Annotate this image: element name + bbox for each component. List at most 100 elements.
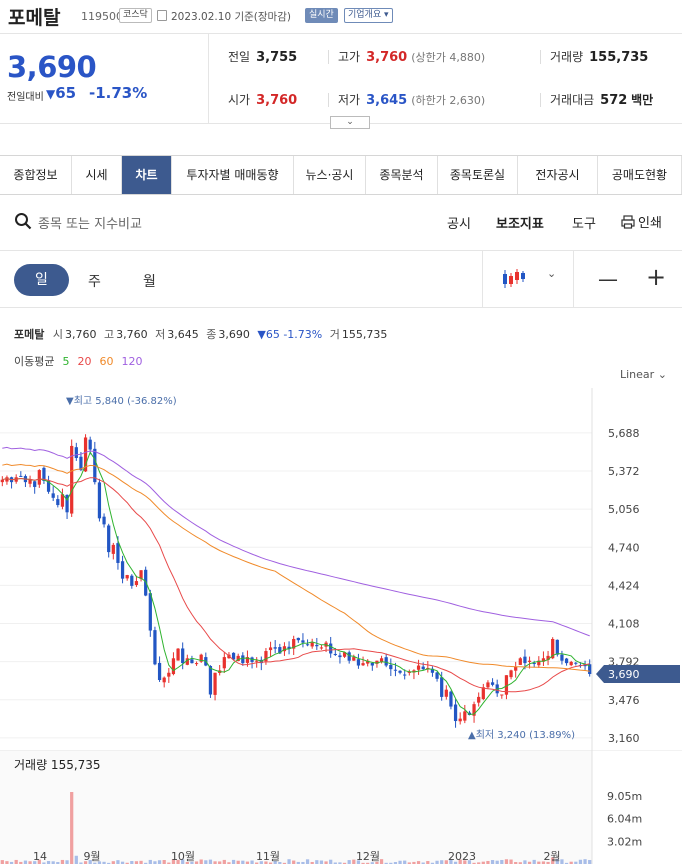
candle-body: [514, 666, 518, 671]
legend-low: 3,645: [167, 328, 199, 341]
candle-body: [555, 639, 559, 655]
volume-bar: [329, 859, 333, 864]
chart-type-dropdown[interactable]: ⌄: [482, 251, 574, 308]
tab-6[interactable]: 종목토론실: [438, 156, 518, 194]
volume-bar: [578, 859, 583, 864]
candlestick-icon: [503, 269, 525, 288]
volume-bar: [403, 860, 407, 864]
volume-chart[interactable]: 9.05m 6.04m 3.02m 14 9월 10월 11월 12월 2023 2월: [0, 750, 682, 864]
stat-unit: 백만: [631, 93, 654, 107]
chevron-down-icon: ⌄: [547, 267, 557, 280]
volume-bar: [222, 859, 226, 864]
realtime-button[interactable]: 실시간: [305, 8, 338, 23]
candle-body: [527, 660, 532, 662]
volume-bar: [305, 859, 310, 864]
tab-1[interactable]: 시세: [72, 156, 122, 194]
change-percent: -1.73%: [89, 84, 148, 102]
tab-5[interactable]: 종목분석: [366, 156, 438, 194]
volume-bar: [60, 859, 65, 864]
company-info-dropdown[interactable]: 기업개요 ▾: [344, 8, 393, 23]
x-tick-label: 14: [33, 850, 47, 863]
scale-dropdown[interactable]: Linear ⌄: [620, 368, 667, 381]
legend-stock-name: 포메탈: [14, 328, 45, 341]
tab-8[interactable]: 공매도현황: [598, 156, 682, 194]
compare-search-input[interactable]: 종목 또는 지수비교: [38, 213, 142, 232]
change-amount-value: 65: [55, 84, 77, 102]
volume-tick-label: 6.04m: [607, 813, 642, 826]
candle-body: [440, 677, 444, 697]
tab-4[interactable]: 뉴스·공시: [294, 156, 366, 194]
volume-bar: [74, 855, 78, 864]
stat-value: 3,760: [366, 50, 408, 65]
candle-body: [176, 648, 180, 661]
volume-bar: [560, 859, 564, 864]
candle-body: [435, 672, 439, 679]
candle-body: [347, 652, 351, 661]
candle-body: [319, 647, 324, 649]
candle-body: [171, 658, 176, 675]
expand-toggle-button[interactable]: ⌄: [330, 116, 370, 129]
candle-body: [153, 630, 157, 665]
candle-body: [398, 670, 402, 673]
tools-button[interactable]: 도구: [572, 213, 596, 232]
price-chart[interactable]: 5,6885,3725,0564,7404,4244,1083,7923,476…: [0, 388, 682, 750]
volume-bar: [14, 859, 18, 864]
volume-bar: [250, 860, 254, 864]
candle-body: [449, 691, 453, 707]
y-tick-label: 4,740: [608, 541, 640, 554]
change-amount: ▼65: [46, 84, 76, 102]
tab-2[interactable]: 차트: [122, 156, 172, 194]
period-day-button[interactable]: 일: [14, 264, 69, 296]
candle-body: [416, 665, 421, 670]
volume-bar: [352, 859, 356, 864]
candle-body: [481, 687, 485, 700]
stat-label: 전일: [228, 50, 251, 64]
max-annotation: ▼최고 5,840 (-36.82%): [66, 395, 177, 407]
volume-bar: [504, 859, 509, 864]
candle-body: [213, 672, 217, 695]
current-price-label: 3,690: [608, 668, 640, 681]
candle-body: [74, 447, 78, 458]
tab-3[interactable]: 투자자별 매매동향: [172, 156, 294, 194]
stat-volume: 거래량 155,735: [550, 48, 648, 65]
notice-button[interactable]: 공시: [447, 213, 471, 232]
search-icon[interactable]: [14, 212, 32, 230]
period-month-button[interactable]: 월: [143, 271, 156, 291]
stock-code: 119500: [81, 10, 123, 23]
scale-label: Linear: [620, 368, 655, 381]
zoom-in-button[interactable]: +: [646, 263, 666, 291]
candle-body: [28, 479, 32, 484]
market-badge: 코스닥: [119, 8, 152, 23]
print-button[interactable]: 인쇄: [621, 212, 662, 231]
min-annotation: ▲최저 3,240 (13.89%): [468, 729, 575, 741]
price-summary: 3,690 전일대비 ▼65 -1.73% 전일 3,755 고가 3,760 (상한…: [0, 34, 682, 129]
current-price: 3,690: [7, 50, 97, 84]
date-label: 2023.02.10 기준(장마감): [171, 11, 291, 23]
x-tick-label: 12월: [356, 850, 380, 863]
candle-body: [569, 661, 573, 666]
volume-bar: [500, 859, 504, 864]
volume-tick-label: 3.02m: [607, 835, 642, 848]
zoom-out-button[interactable]: —: [598, 267, 618, 291]
indicators-button[interactable]: 보조지표: [496, 213, 544, 232]
candle-body: [190, 659, 194, 664]
tab-7[interactable]: 전자공시: [518, 156, 598, 194]
legend-high: 3,760: [116, 328, 148, 341]
volume-bar: [162, 860, 166, 864]
chart-toolbar: 종목 또는 지수비교 공시 보조지표 도구 인쇄: [0, 195, 682, 251]
candle-body: [111, 544, 115, 554]
period-week-button[interactable]: 주: [88, 271, 101, 291]
volume-bar: [523, 860, 527, 864]
volume-bar: [490, 860, 495, 864]
change-label: 전일대비: [7, 92, 44, 103]
candle-body: [162, 677, 166, 683]
stat-label: 고가: [338, 50, 361, 64]
volume-bar: [379, 859, 384, 864]
x-tick-label: 9월: [83, 850, 100, 863]
tab-0[interactable]: 종합정보: [0, 156, 72, 194]
candle-body: [130, 575, 134, 586]
stat-label: 저가: [338, 93, 361, 107]
ma-5: 5: [62, 355, 70, 368]
y-tick-label: 5,056: [608, 503, 640, 516]
divider: [208, 34, 209, 124]
